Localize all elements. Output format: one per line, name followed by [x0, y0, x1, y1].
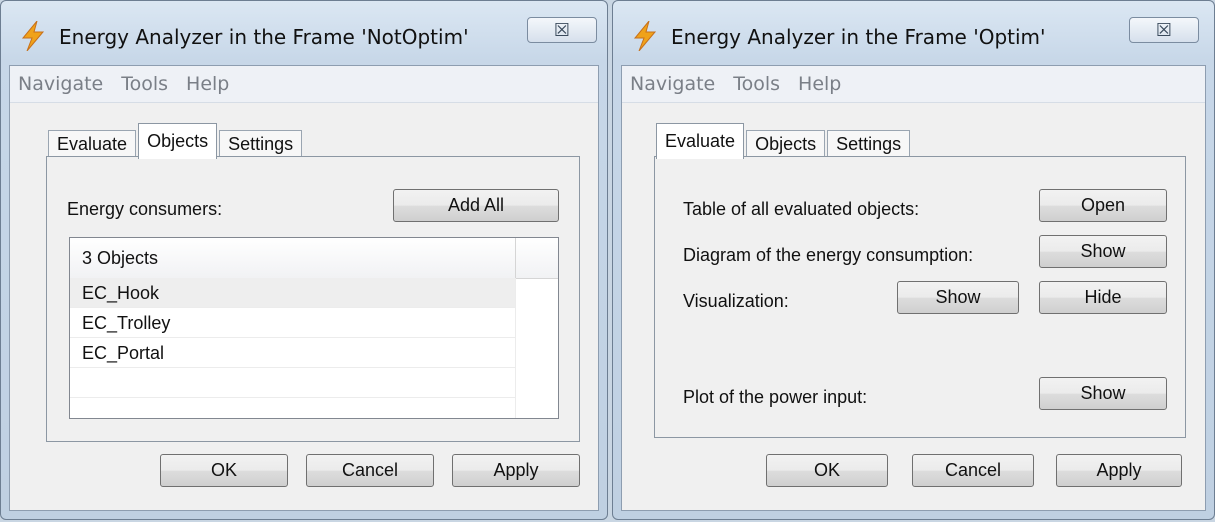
- show-diagram-button[interactable]: Show: [1039, 235, 1167, 268]
- window-title: Energy Analyzer in the Frame 'Optim': [671, 25, 1046, 49]
- tab-strip: Evaluate Objects Settings: [656, 122, 912, 159]
- tab-evaluate[interactable]: Evaluate: [656, 123, 745, 159]
- energy-analyzer-window-optim: Energy Analyzer in the Frame 'Optim' ☒ N…: [612, 0, 1215, 520]
- menu-bar: Navigate Tools Help: [622, 66, 1205, 103]
- list-header-label: 3 Objects: [82, 248, 159, 268]
- menu-navigate[interactable]: Navigate: [630, 73, 715, 95]
- list-item-ec-trolley[interactable]: EC_Trolley: [70, 308, 516, 338]
- diagram-label: Diagram of the energy consumption:: [683, 245, 974, 265]
- energy-consumers-list[interactable]: 3 Objects EC_Hook EC_Trolley EC_Portal: [69, 237, 559, 419]
- energy-consumers-label: Energy consumers:: [67, 199, 223, 219]
- show-visualization-button[interactable]: Show: [897, 281, 1019, 314]
- ok-button[interactable]: OK: [766, 454, 888, 487]
- cancel-button[interactable]: Cancel: [306, 454, 434, 487]
- close-icon: ☒: [553, 19, 571, 41]
- tab-settings[interactable]: Settings: [827, 130, 911, 158]
- list-item-ec-hook[interactable]: EC_Hook: [70, 278, 516, 308]
- tab-objects[interactable]: Objects: [138, 123, 218, 159]
- apply-button[interactable]: Apply: [1056, 454, 1182, 487]
- menu-bar: Navigate Tools Help: [10, 66, 598, 103]
- window-title: Energy Analyzer in the Frame 'NotOptim': [59, 25, 469, 49]
- title-bar[interactable]: Energy Analyzer in the Frame 'NotOptim' …: [1, 1, 607, 67]
- table-label: Table of all evaluated objects:: [683, 199, 920, 219]
- tab-settings[interactable]: Settings: [219, 130, 303, 158]
- cancel-button[interactable]: Cancel: [912, 454, 1034, 487]
- tab-objects[interactable]: Objects: [746, 130, 826, 158]
- menu-help[interactable]: Help: [186, 73, 229, 95]
- open-table-button[interactable]: Open: [1039, 189, 1167, 222]
- energy-analyzer-window-notoptim: Energy Analyzer in the Frame 'NotOptim' …: [0, 0, 608, 520]
- tab-evaluate[interactable]: Evaluate: [48, 130, 137, 158]
- objects-panel: Energy consumers: Add All 3 Objects EC_H…: [46, 156, 580, 442]
- ok-button[interactable]: OK: [160, 454, 288, 487]
- menu-tools[interactable]: Tools: [733, 73, 780, 95]
- list-item-ec-portal[interactable]: EC_Portal: [70, 338, 516, 368]
- list-header[interactable]: 3 Objects: [70, 238, 558, 279]
- apply-button[interactable]: Apply: [452, 454, 580, 487]
- tab-strip: Evaluate Objects Settings: [48, 122, 304, 159]
- evaluate-panel: Table of all evaluated objects: Open Dia…: [654, 156, 1186, 438]
- lightning-bolt-icon: [21, 21, 45, 51]
- list-column-divider: [515, 278, 516, 418]
- show-plot-button[interactable]: Show: [1039, 377, 1167, 410]
- close-button[interactable]: ☒: [527, 17, 597, 43]
- lightning-bolt-icon: [633, 21, 657, 51]
- menu-tools[interactable]: Tools: [121, 73, 168, 95]
- hide-visualization-button[interactable]: Hide: [1039, 281, 1167, 314]
- window-client-area: Navigate Tools Help Evaluate Objects Set…: [9, 65, 599, 511]
- menu-navigate[interactable]: Navigate: [18, 73, 103, 95]
- close-icon: ☒: [1155, 19, 1173, 41]
- plot-label: Plot of the power input:: [683, 387, 868, 407]
- menu-help[interactable]: Help: [798, 73, 841, 95]
- title-bar[interactable]: Energy Analyzer in the Frame 'Optim' ☒: [613, 1, 1214, 67]
- header-divider: [515, 238, 516, 278]
- visualization-label: Visualization:: [683, 291, 789, 311]
- window-client-area: Navigate Tools Help Evaluate Objects Set…: [621, 65, 1206, 511]
- add-all-button[interactable]: Add All: [393, 189, 559, 222]
- close-button[interactable]: ☒: [1129, 17, 1199, 43]
- list-item-empty: [70, 368, 516, 398]
